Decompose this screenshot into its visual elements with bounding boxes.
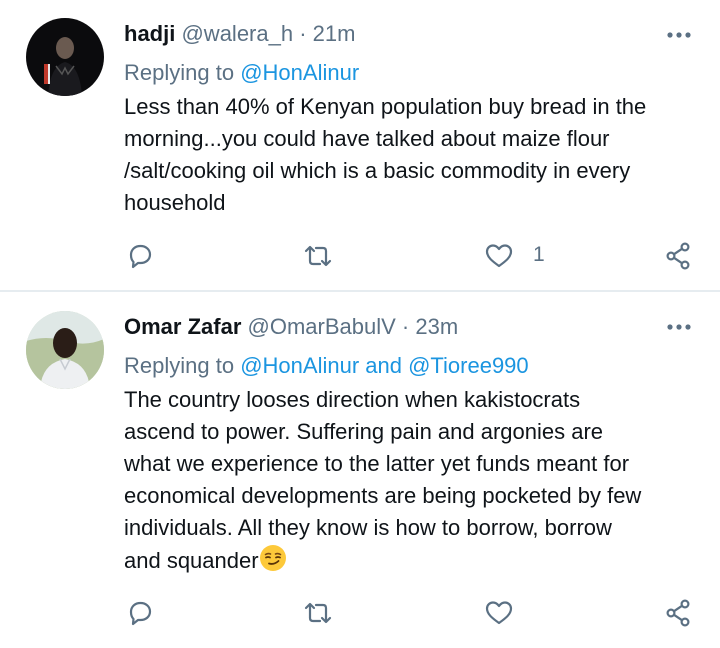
tweet-header: hadji @walera_h · 21m bbox=[124, 19, 355, 49]
user-handle[interactable]: @OmarBabulV bbox=[248, 314, 396, 339]
smirking-face-emoji bbox=[259, 544, 287, 572]
avatar-photo bbox=[26, 18, 104, 96]
avatar[interactable] bbox=[26, 18, 104, 96]
like-count: 1 bbox=[533, 243, 545, 266]
tweet-text-line: The country looses direction when kakist… bbox=[124, 387, 581, 412]
more-icon[interactable] bbox=[666, 30, 692, 40]
avatar[interactable] bbox=[26, 311, 104, 389]
tweet-text-line: Less than 40% of Kenyan population buy b… bbox=[124, 94, 647, 119]
tweet-body: The country looses direction when kakist… bbox=[124, 384, 704, 577]
reply-mention[interactable]: @HonAlinur and @Tioree990 bbox=[240, 353, 528, 378]
like-icon[interactable] bbox=[484, 241, 514, 271]
separator-dot: · bbox=[401, 314, 410, 339]
tweet-text-line: and squander bbox=[124, 548, 259, 573]
replying-prefix: Replying to bbox=[124, 353, 235, 378]
tweet-text-line: ascend to power. Suffering pain and argo… bbox=[124, 419, 604, 444]
tweet-body: Less than 40% of Kenyan population buy b… bbox=[124, 91, 704, 219]
tweet-text-line: household bbox=[124, 190, 226, 215]
display-name[interactable]: Omar Zafar bbox=[124, 314, 241, 339]
avatar-photo bbox=[26, 311, 104, 389]
more-icon[interactable] bbox=[666, 322, 692, 332]
reply-icon[interactable] bbox=[125, 598, 155, 628]
replying-to: Replying to @HonAlinur bbox=[124, 58, 359, 88]
tweet-text-line: what we experience to the latter yet fun… bbox=[124, 451, 630, 476]
tweet-text-line-last: and squander bbox=[124, 544, 704, 577]
tweet-text-line: individuals. All they know is how to bor… bbox=[124, 515, 612, 540]
reply-mention[interactable]: @HonAlinur bbox=[240, 60, 359, 85]
tweet[interactable]: hadji @walera_h · 21m Replying to @HonAl… bbox=[0, 0, 720, 291]
tweet-header: Omar Zafar @OmarBabulV · 23m bbox=[124, 312, 458, 342]
share-icon[interactable] bbox=[664, 598, 694, 628]
user-handle[interactable]: @walera_h bbox=[181, 21, 293, 46]
display-name[interactable]: hadji bbox=[124, 21, 175, 46]
retweet-icon[interactable] bbox=[303, 241, 333, 271]
action-bar: 1 bbox=[0, 241, 720, 271]
reply-icon[interactable] bbox=[125, 241, 155, 271]
tweet-text-line: economical developments are being pocket… bbox=[124, 483, 642, 508]
replying-to: Replying to @HonAlinur and @Tioree990 bbox=[124, 351, 529, 381]
share-icon[interactable] bbox=[664, 241, 694, 271]
tweet-text-line: morning...you could have talked about ma… bbox=[124, 126, 610, 151]
replying-prefix: Replying to bbox=[124, 60, 235, 85]
timestamp[interactable]: 23m bbox=[415, 314, 458, 339]
tweet-text-line: /salt/cooking oil which is a basic commo… bbox=[124, 158, 631, 183]
timestamp[interactable]: 21m bbox=[313, 21, 356, 46]
action-bar bbox=[0, 598, 720, 628]
separator-dot: · bbox=[299, 21, 307, 46]
retweet-icon[interactable] bbox=[303, 598, 333, 628]
tweet[interactable]: Omar Zafar @OmarBabulV · 23m Replying to… bbox=[0, 292, 720, 648]
like-icon[interactable] bbox=[484, 598, 514, 628]
